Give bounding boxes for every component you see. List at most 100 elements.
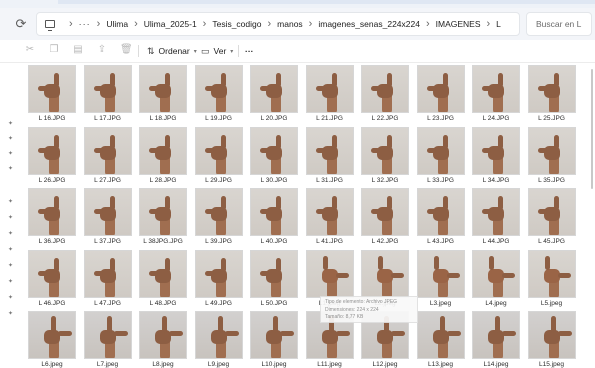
breadcrumb-item[interactable]: imagenes_senas_224x224 bbox=[318, 19, 420, 29]
image-preview bbox=[139, 126, 187, 175]
hand-shape bbox=[502, 331, 516, 336]
pin-icon[interactable]: ✦ bbox=[8, 231, 14, 237]
pin-icon[interactable]: ✦ bbox=[8, 121, 14, 127]
file-thumbnail[interactable]: L 32.JPG bbox=[361, 126, 409, 184]
search-input[interactable]: Buscar en L bbox=[526, 12, 592, 36]
file-thumbnail[interactable]: L 44.JPG bbox=[472, 188, 520, 245]
pin-icon[interactable]: ✦ bbox=[8, 215, 14, 221]
file-thumbnail[interactable]: L 18.JPG bbox=[139, 65, 187, 122]
view-button[interactable]: ▭ Ver ▾ bbox=[201, 43, 233, 59]
file-thumbnail[interactable]: L8.jpeg bbox=[139, 311, 187, 368]
file-thumbnail[interactable]: L 46.JPG bbox=[28, 249, 76, 307]
pin-icon[interactable]: ✦ bbox=[8, 247, 14, 253]
file-thumbnail[interactable]: L 48.JPG bbox=[139, 249, 187, 307]
hand-shape bbox=[387, 196, 392, 210]
breadcrumb-item[interactable]: manos bbox=[277, 19, 303, 29]
pin-icon[interactable]: ✦ bbox=[8, 263, 14, 269]
file-thumbnail[interactable]: L 16.JPG bbox=[28, 65, 76, 122]
file-thumbnail[interactable]: L 31.JPG bbox=[305, 126, 354, 184]
file-thumbnail[interactable]: L9.jpeg bbox=[194, 311, 243, 368]
image-preview bbox=[28, 311, 76, 359]
file-thumbnail[interactable]: L 34.JPG bbox=[472, 126, 520, 184]
file-thumbnail[interactable]: L 42.JPG bbox=[361, 188, 409, 245]
image-preview bbox=[83, 65, 132, 113]
cut-icon[interactable]: ✂ bbox=[24, 44, 36, 56]
paste-icon[interactable]: ▤ bbox=[72, 44, 84, 56]
file-thumbnail[interactable]: L 27.JPG bbox=[83, 126, 132, 184]
file-thumbnail[interactable]: L4.jpeg bbox=[472, 249, 520, 307]
hand-shape bbox=[204, 147, 214, 153]
refresh-icon[interactable]: ⟳ bbox=[14, 17, 28, 31]
hand-shape bbox=[169, 331, 183, 336]
hand-shape bbox=[335, 331, 350, 336]
file-thumbnail[interactable]: L 30.JPG bbox=[250, 126, 298, 184]
hand-shape bbox=[446, 331, 461, 336]
pin-icon[interactable]: ✦ bbox=[8, 295, 14, 301]
file-thumbnail[interactable]: L 47.JPG bbox=[83, 249, 132, 307]
file-thumbnail[interactable]: L 19.JPG bbox=[194, 65, 243, 122]
file-thumbnail[interactable]: L 24.JPG bbox=[472, 65, 520, 122]
file-thumbnail[interactable]: L 49.JPG bbox=[194, 249, 243, 307]
file-thumbnail[interactable]: L 43.JPG bbox=[416, 188, 465, 245]
chevron-down-icon: ▾ bbox=[193, 48, 197, 55]
share-icon[interactable]: ⇪ bbox=[96, 44, 108, 56]
breadcrumb-item[interactable]: Ulima_2025-1 bbox=[144, 19, 197, 29]
file-thumbnail[interactable]: L 20.JPG bbox=[250, 65, 298, 122]
file-thumbnail[interactable]: L5.jpeg bbox=[527, 249, 576, 307]
file-thumbnail[interactable]: L 28.JPG bbox=[139, 126, 187, 184]
pin-icon[interactable]: ✦ bbox=[8, 199, 14, 205]
delete-icon[interactable]: 🗑 bbox=[120, 44, 133, 56]
file-thumbnail[interactable]: L 45.JPG bbox=[527, 188, 576, 245]
pin-icon[interactable]: ✦ bbox=[8, 136, 14, 142]
vertical-scrollbar[interactable] bbox=[589, 63, 595, 367]
file-thumbnail[interactable]: L 40.JPG bbox=[250, 188, 298, 245]
pin-icon[interactable]: ✦ bbox=[8, 151, 14, 157]
hand-shape bbox=[273, 316, 278, 333]
file-thumbnail[interactable]: L 50.JPG bbox=[250, 249, 298, 307]
sort-button[interactable]: ⇅ Ordenar ▾ bbox=[147, 43, 197, 59]
file-thumbnail[interactable]: L 26.JPG bbox=[28, 126, 76, 184]
file-thumbnail[interactable]: L 17.JPG bbox=[83, 65, 132, 122]
copy-icon[interactable]: ❐ bbox=[48, 44, 60, 56]
file-thumbnail[interactable]: L7.jpeg bbox=[83, 311, 132, 368]
file-thumbnail[interactable]: L 21.JPG bbox=[305, 65, 354, 122]
breadcrumb-item[interactable]: IMAGENES bbox=[436, 19, 481, 29]
file-thumbnail[interactable]: L13.jpeg bbox=[416, 311, 465, 368]
more-options-button[interactable]: ··· bbox=[245, 43, 254, 59]
hand-shape bbox=[165, 134, 170, 149]
file-thumbnail[interactable]: L3.jpeg bbox=[416, 249, 465, 307]
file-thumbnail[interactable]: L 37.JPG bbox=[83, 188, 132, 245]
address-bar[interactable]: › ··· › Ulima › Ulima_2025-1 › Tesis_cod… bbox=[36, 12, 520, 36]
file-thumbnail[interactable]: L 39.JPG bbox=[194, 188, 243, 245]
breadcrumb-item[interactable]: Tesis_codigo bbox=[212, 19, 261, 29]
file-name: L 47.JPG bbox=[94, 299, 121, 307]
hand-shape bbox=[165, 196, 170, 210]
file-thumbnail[interactable]: L 25.JPG bbox=[527, 65, 576, 122]
file-thumbnail[interactable]: L 29.JPG bbox=[194, 126, 243, 184]
this-pc-icon[interactable] bbox=[45, 20, 55, 31]
hand-shape bbox=[113, 331, 128, 336]
pin-icon[interactable]: ✦ bbox=[8, 311, 14, 317]
breadcrumb-item[interactable]: Ulima bbox=[106, 19, 128, 29]
file-thumbnail[interactable]: L 36.JPG bbox=[28, 188, 76, 245]
file-thumbnail[interactable]: L 41.JPG bbox=[305, 188, 354, 245]
file-thumbnail[interactable]: L 35.JPG bbox=[527, 126, 576, 184]
file-thumbnail[interactable]: L 33.JPG bbox=[416, 126, 465, 184]
file-thumbnail[interactable]: L 22.JPG bbox=[361, 65, 409, 122]
hand-shape bbox=[378, 255, 383, 270]
breadcrumb-item[interactable]: L bbox=[496, 19, 501, 29]
file-thumbnail[interactable]: L6.jpeg bbox=[28, 311, 76, 368]
breadcrumb-overflow[interactable]: ··· bbox=[79, 19, 91, 29]
scrollbar-thumb[interactable] bbox=[591, 69, 593, 189]
file-thumbnail[interactable]: L 38JPG.JPG bbox=[139, 188, 187, 245]
breadcrumb: › ··· › Ulima › Ulima_2025-1 › Tesis_cod… bbox=[45, 13, 501, 35]
file-thumbnail[interactable]: L14.jpeg bbox=[472, 311, 520, 368]
file-thumbnail[interactable]: L15.jpeg bbox=[527, 311, 576, 368]
pin-icon[interactable]: ✦ bbox=[8, 166, 14, 172]
pin-icon[interactable]: ✦ bbox=[8, 279, 14, 285]
hand-shape bbox=[38, 270, 47, 276]
file-name: L 43.JPG bbox=[427, 238, 454, 245]
file-thumbnail[interactable]: L 23.JPG bbox=[416, 65, 465, 122]
file-thumbnail[interactable]: L10.jpeg bbox=[250, 311, 298, 368]
hand-shape bbox=[93, 209, 103, 214]
